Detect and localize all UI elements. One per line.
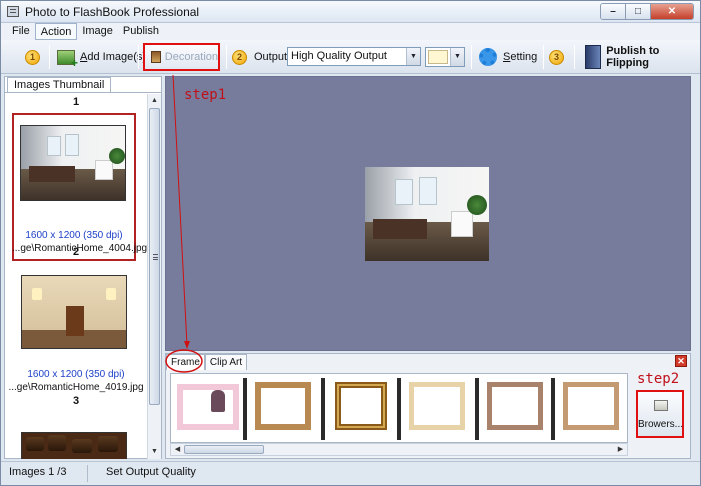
close-button[interactable]: ✕ (651, 4, 693, 19)
app-window: Photo to FlashBook Professional – □ ✕ Fi… (0, 0, 701, 486)
menu-file[interactable]: File (7, 23, 35, 40)
thumbnail-number: 3 (72, 395, 80, 407)
thumbnail-info: 1600 x 1200 (350 dpi) (25, 230, 123, 241)
thumbnail-info: 1600 x 1200 (350 dpi) (27, 369, 125, 380)
step1-badge-wrap: 1 (25, 40, 40, 74)
decoration-label: Decoration (164, 51, 218, 63)
thumbnail-number: 2 (72, 246, 80, 258)
preview-image (365, 167, 489, 261)
images-thumbnail-panel: Images Thumbnail 1 1600 x 1200 (350 dpi)… (4, 76, 162, 459)
tab-underline (5, 92, 161, 93)
publish-button[interactable]: Publish to Flipping (585, 40, 700, 74)
window-title: Photo to FlashBook Professional (25, 5, 200, 19)
add-frame-icon (654, 400, 668, 411)
minimize-button[interactable]: – (601, 4, 626, 19)
window-controls: – □ ✕ (600, 3, 694, 20)
frame-item[interactable] (249, 378, 315, 438)
decoration-tabs: Frame Clip Art (166, 354, 248, 370)
frame-item[interactable] (175, 378, 241, 438)
chevron-down-icon: ▼ (450, 48, 464, 66)
toolbar-separator (138, 45, 139, 69)
setting-label: Setting (503, 51, 538, 63)
maximize-button[interactable]: □ (626, 4, 651, 19)
decoration-button[interactable]: Decoration (143, 43, 220, 71)
step2-badge-wrap: 2 (232, 40, 247, 74)
chevron-down-icon: ▼ (406, 48, 420, 65)
thumbnail-image[interactable] (21, 432, 127, 459)
output-quality-select[interactable]: High Quality Output ▼ (287, 47, 421, 66)
step2-annotation: step2 (637, 371, 680, 387)
preview-area (165, 76, 691, 351)
output-quality-value: High Quality Output (291, 50, 387, 62)
background-color-picker[interactable]: ▼ (425, 47, 465, 67)
toolbar-separator (226, 45, 227, 69)
thumbnail-list: 1 1600 x 1200 (350 dpi) ...ge\RomanticHo… (5, 94, 147, 459)
add-images-label: Add Image(s) (80, 51, 147, 63)
thumbnail-filename: ...ge\RomanticHome_4019.jpg (8, 382, 144, 393)
thumbnail-scrollbar[interactable]: ▲ ▼ (147, 94, 161, 459)
scroll-down-icon[interactable]: ▼ (148, 445, 161, 459)
scroll-thumb[interactable] (184, 445, 264, 454)
frame-scrollbar[interactable]: ◀ ▶ (170, 443, 628, 456)
frame-item[interactable] (403, 378, 469, 438)
status-bar: Images 1 /3 Set Output Quality (1, 461, 700, 485)
menu-bar: File Action Image Publish (1, 23, 700, 40)
step3-badge-wrap: 3 (549, 40, 564, 74)
toolbar-separator (574, 45, 575, 69)
maximize-icon: □ (634, 6, 642, 17)
scroll-thumb[interactable] (149, 108, 160, 405)
frame-gallery (170, 373, 628, 443)
toolbar: 1 Add Image(s) Decoration 2 Output: High… (1, 40, 700, 74)
setting-button[interactable]: Setting (479, 40, 537, 74)
close-icon: ✕ (667, 6, 677, 17)
step1-annotation: step1 (184, 87, 227, 103)
step2-badge: 2 (232, 49, 247, 65)
toolbar-separator (471, 45, 472, 69)
browse-button[interactable]: Browers... (636, 390, 684, 438)
menu-publish[interactable]: Publish (118, 23, 164, 40)
book-icon (585, 45, 602, 69)
thumbnail-item-selected[interactable]: 1600 x 1200 (350 dpi) ...ge\RomanticHome… (12, 113, 147, 261)
add-images-button[interactable]: Add Image(s) (57, 40, 146, 74)
thumbnail-image (20, 125, 126, 201)
close-icon[interactable]: ✕ (675, 355, 687, 367)
output-label: Output: (254, 51, 291, 63)
frame-item[interactable] (557, 378, 623, 438)
minimize-icon: – (610, 6, 616, 17)
scroll-right-icon[interactable]: ▶ (614, 444, 627, 455)
decoration-panel: Frame Clip Art ✕ ◀ ▶ Browers... (165, 353, 691, 459)
scroll-up-icon[interactable]: ▲ (148, 94, 161, 108)
gear-icon (479, 48, 497, 66)
browse-label: Browers... (638, 419, 684, 430)
menu-image[interactable]: Image (77, 23, 118, 40)
step1-badge: 1 (25, 49, 40, 65)
add-image-icon (57, 49, 78, 70)
tab-clip-art[interactable]: Clip Art (204, 354, 248, 370)
frame-item[interactable] (327, 378, 393, 438)
tab-images-thumbnail[interactable]: Images Thumbnail (7, 77, 112, 92)
step3-badge: 3 (549, 49, 564, 65)
thumbnail-number: 1 (72, 96, 80, 108)
menu-action[interactable]: Action (34, 23, 78, 40)
title-bar: Photo to FlashBook Professional – □ ✕ (1, 1, 700, 23)
output-label-wrap: Output: (254, 40, 290, 74)
toolbar-separator (49, 45, 50, 69)
decoration-icon (151, 51, 161, 63)
status-message: Set Output Quality (106, 466, 196, 478)
publish-label: Publish to Flipping (606, 45, 660, 69)
color-chip (428, 50, 448, 64)
app-icon (7, 6, 19, 17)
tab-frame[interactable]: Frame (166, 354, 205, 370)
status-image-count: Images 1 /3 (9, 466, 67, 478)
frame-item[interactable] (481, 378, 547, 438)
thumbnail-image[interactable] (21, 275, 127, 349)
toolbar-separator (543, 45, 544, 69)
scroll-left-icon[interactable]: ◀ (171, 444, 184, 455)
